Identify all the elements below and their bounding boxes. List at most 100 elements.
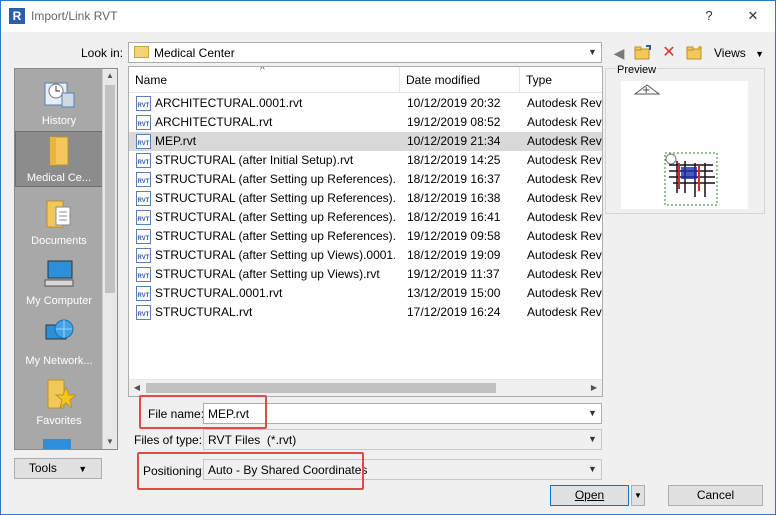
file-row[interactable]: RVT STRUCTURAL (after Setting up Views).0…: [129, 246, 602, 265]
folder-icon: [49, 136, 69, 166]
file-row[interactable]: RVT STRUCTURAL.rvt 17/12/2019 16:24 Autodes…: [129, 303, 602, 322]
sidebar-item-label: Medical Ce...: [26, 172, 92, 184]
file-row[interactable]: RVT STRUCTURAL (after Setting up Referenc…: [129, 170, 602, 189]
scroll-left-icon[interactable]: ◀: [129, 380, 145, 396]
preview-label: Preview: [616, 64, 658, 76]
new-folder-icon[interactable]: [686, 44, 704, 62]
back-arrow-icon[interactable]: ◀: [610, 44, 628, 62]
file-row[interactable]: RVT STRUCTURAL (after Setting up Views).r…: [129, 265, 602, 284]
rvt-file-icon: RVT: [136, 305, 151, 320]
rvt-file-icon: RVT: [136, 96, 151, 111]
tools-label: Tools: [28, 461, 57, 475]
file-date-cell: 19/12/2019 11:37: [407, 267, 500, 281]
column-separator[interactable]: [519, 67, 520, 93]
look-in-label: Look in:: [81, 46, 124, 60]
file-date-cell: 18/12/2019 16:38: [407, 191, 501, 205]
file-list-header: ^ Name Date modified Type: [129, 67, 602, 93]
sidebar-item-label: My Computer: [25, 295, 93, 307]
history-icon: [44, 82, 75, 108]
file-type-cell: Autodesk Revi: [527, 134, 603, 148]
sidebar-item-documents[interactable]: Documents: [15, 197, 103, 247]
scroll-right-icon[interactable]: ▶: [586, 380, 602, 396]
open-label: Open: [574, 488, 605, 502]
file-type-cell: Autodesk Revi: [527, 305, 603, 319]
sidebar-item-my-computer[interactable]: My Computer: [15, 257, 103, 307]
file-date-cell: 18/12/2019 16:41: [407, 210, 501, 224]
file-name-cell: MEP.rvt: [155, 134, 197, 148]
sidebar-item-history[interactable]: History: [15, 77, 103, 127]
favorites-icon: [47, 379, 76, 410]
open-dropdown-button[interactable]: ▼: [631, 485, 645, 506]
up-folder-icon[interactable]: [634, 44, 652, 62]
views-label: Views: [714, 46, 746, 60]
file-name-cell: STRUCTURAL (after Setting up Views).rvt: [155, 267, 380, 281]
file-name-cell: STRUCTURAL (after Setting up Views).0001…: [155, 248, 395, 262]
chevron-down-icon: ▼: [588, 434, 597, 444]
rvt-file-icon: RVT: [136, 267, 151, 282]
horizontal-scrollbar[interactable]: ◀ ▶: [129, 379, 602, 396]
look-in-combo[interactable]: Medical Center ▼: [128, 42, 602, 63]
chevron-down-icon: ▼: [588, 408, 597, 418]
column-separator[interactable]: [399, 67, 400, 93]
scrollbar-thumb[interactable]: [146, 383, 496, 393]
scrollbar-thumb[interactable]: [105, 85, 115, 293]
rvt-file-icon: RVT: [136, 248, 151, 263]
help-button[interactable]: ?: [699, 6, 719, 26]
file-row[interactable]: RVT STRUCTURAL (after Setting up Referenc…: [129, 189, 602, 208]
file-row[interactable]: RVT STRUCTURAL (after Setting up Referenc…: [129, 227, 602, 246]
sidebar-item-label: Documents: [31, 235, 87, 247]
views-menu-button[interactable]: Views ▼: [714, 46, 764, 60]
network-icon: [45, 319, 74, 340]
file-date-cell: 10/12/2019 20:32: [407, 96, 501, 110]
scroll-down-icon[interactable]: ▼: [103, 435, 117, 449]
files-of-type-select[interactable]: RVT Files (*.rvt) ▼: [203, 429, 602, 450]
tools-menu-button[interactable]: Tools ▼: [14, 458, 102, 479]
file-name-cell: ARCHITECTURAL.rvt: [155, 115, 273, 129]
file-list: ^ Name Date modified Type RVT ARCHITECTUR…: [128, 66, 603, 397]
column-header-date[interactable]: Date modified: [406, 73, 480, 87]
window-title: Import/Link RVT: [31, 9, 118, 23]
file-row[interactable]: RVT STRUCTURAL.0001.rvt 13/12/2019 15:00 Au…: [129, 284, 602, 303]
file-date-cell: 17/12/2019 16:24: [407, 305, 501, 319]
close-button[interactable]: ✕: [743, 6, 763, 26]
sidebar-item-medical-center[interactable]: Medical Ce...: [15, 131, 103, 187]
column-header-name[interactable]: Name: [135, 73, 167, 87]
computer-icon: [44, 260, 74, 287]
sidebar-item-favorites[interactable]: Favorites: [15, 377, 103, 427]
file-date-cell: 18/12/2019 14:25: [407, 153, 501, 167]
file-row[interactable]: RVT MEP.rvt 10/12/2019 21:34 Autodesk Revi: [129, 132, 602, 151]
file-type-cell: Autodesk Revi: [527, 267, 603, 281]
documents-icon: [46, 200, 71, 228]
svg-text:+: +: [642, 85, 650, 96]
file-name-cell: STRUCTURAL.0001.rvt: [155, 286, 283, 300]
cancel-button[interactable]: Cancel: [668, 485, 763, 506]
open-button[interactable]: Open: [550, 485, 629, 506]
rvt-file-icon: RVT: [136, 115, 151, 130]
sidebar-item-my-network[interactable]: My Network...: [15, 317, 103, 367]
file-row[interactable]: RVT STRUCTURAL (after Setting up Referenc…: [129, 208, 602, 227]
sidebar-item-label: My Network...: [25, 355, 93, 367]
chevron-down-icon: ▼: [634, 491, 642, 500]
chevron-down-icon: ▼: [588, 464, 597, 474]
positioning-highlight: [137, 452, 364, 490]
look-in-value: Medical Center: [154, 46, 235, 60]
file-name-cell: STRUCTURAL (after Initial Setup).rvt: [155, 153, 354, 167]
column-header-type[interactable]: Type: [526, 73, 552, 87]
file-row[interactable]: RVT ARCHITECTURAL.rvt 19/12/2019 08:52 Auto…: [129, 113, 602, 132]
file-type-cell: Autodesk Revi: [527, 172, 603, 186]
file-date-cell: 18/12/2019 19:09: [407, 248, 501, 262]
scroll-up-icon[interactable]: ▲: [103, 69, 117, 83]
sidebar-scrollbar[interactable]: ▲ ▼: [102, 69, 117, 449]
file-row[interactable]: RVT STRUCTURAL (after Initial Setup).rvt 1…: [129, 151, 602, 170]
cancel-label: Cancel: [696, 488, 735, 502]
file-name-cell: STRUCTURAL (after Setting up References)…: [155, 210, 395, 224]
files-of-type-value: RVT Files (*.rvt): [208, 433, 297, 447]
sidebar-item-label: Favorites: [36, 415, 82, 427]
file-type-cell: Autodesk Revi: [527, 229, 603, 243]
file-date-cell: 18/12/2019 16:37: [407, 172, 501, 186]
delete-icon[interactable]: ✕: [660, 44, 678, 62]
rvt-file-icon: RVT: [136, 229, 151, 244]
file-type-cell: Autodesk Revi: [527, 191, 603, 205]
title-bar: R Import/Link RVT ? ✕: [1, 1, 775, 32]
file-row[interactable]: RVT ARCHITECTURAL.0001.rvt 10/12/2019 20:3…: [129, 94, 602, 113]
